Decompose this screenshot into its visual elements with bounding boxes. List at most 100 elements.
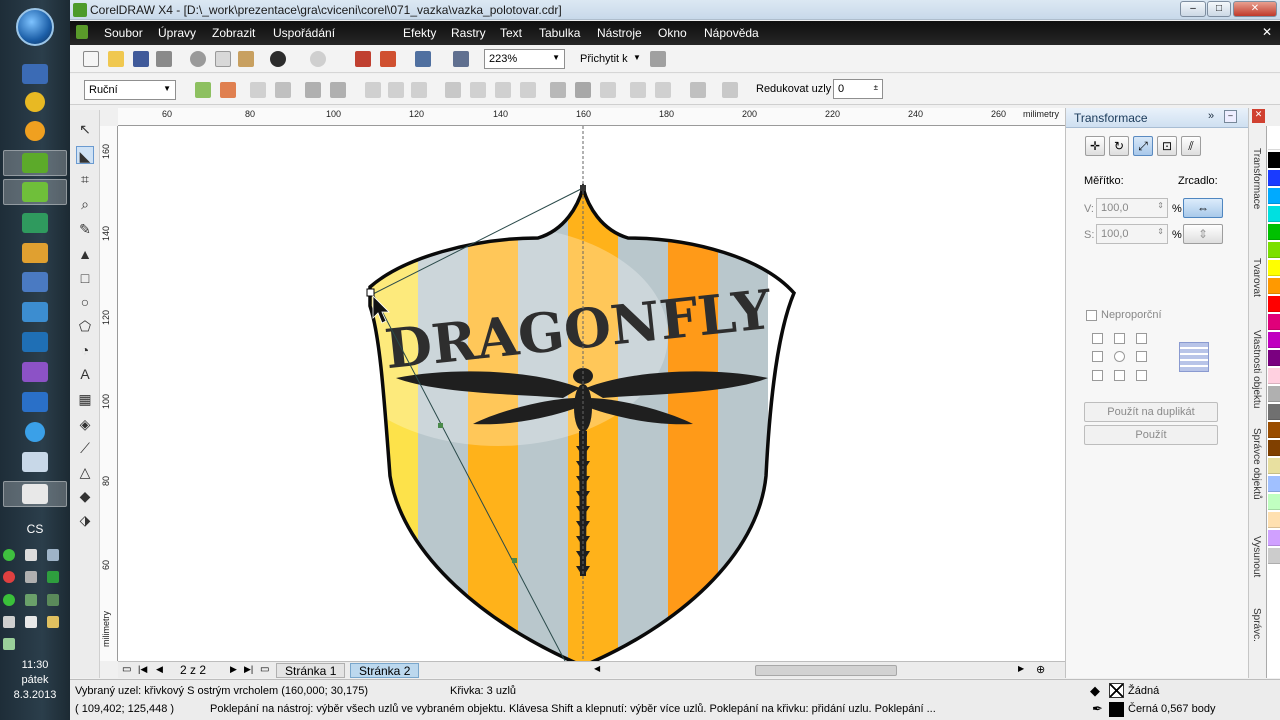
open-icon[interactable] — [108, 51, 124, 67]
menu-efekty[interactable]: Efekty — [403, 26, 436, 40]
vertical-ruler[interactable]: 160 140 120 100 80 60 milimetry — [100, 126, 118, 661]
palette-swatch[interactable] — [1268, 404, 1280, 420]
taskbar-app-icon[interactable] — [25, 121, 45, 141]
anchor-checkbox[interactable] — [1136, 351, 1147, 362]
vertical-scale-input[interactable]: 100,0 ⇕ — [1096, 224, 1168, 244]
side-tab-spravce[interactable]: Správc. — [1251, 608, 1262, 642]
text-tool-icon[interactable]: A — [76, 365, 94, 383]
mirror-vertical-button[interactable]: ⇕ — [1183, 224, 1223, 244]
skew-tab-icon[interactable]: ⫽ — [1181, 136, 1201, 156]
side-tab-tvarovat[interactable]: Tvarovat — [1251, 258, 1262, 297]
palette-swatch[interactable] — [1268, 224, 1280, 240]
rotate-nodes-icon[interactable] — [575, 82, 591, 98]
palette-swatch[interactable] — [1268, 260, 1280, 276]
import-icon[interactable] — [355, 51, 371, 67]
rotate-tab-icon[interactable]: ↻ — [1109, 136, 1129, 156]
doc-nav-icon[interactable]: ▭ — [122, 664, 131, 675]
snap-to-dropdown[interactable]: Přichytit k — [580, 53, 628, 65]
horizontal-scroll-thumb[interactable] — [755, 665, 897, 676]
basic-shapes-tool-icon[interactable]: ◔ — [76, 341, 94, 359]
delete-node-icon[interactable] — [220, 82, 236, 98]
anchor-checkbox[interactable] — [1136, 370, 1147, 381]
palette-swatch[interactable] — [1268, 476, 1280, 492]
side-tab-vysunout[interactable]: Vysunout — [1251, 536, 1262, 577]
outline-color-swatch[interactable] — [1109, 702, 1124, 717]
export-icon[interactable] — [380, 51, 396, 67]
elastic-mode-icon[interactable] — [690, 82, 706, 98]
extract-subpath-icon[interactable] — [495, 82, 511, 98]
palette-swatch[interactable] — [1268, 278, 1280, 294]
polygon-tool-icon[interactable]: ⬠ — [76, 317, 94, 335]
horizontal-reflect-icon[interactable] — [630, 82, 646, 98]
palette-swatch[interactable] — [1268, 458, 1280, 474]
freehand-tool-icon[interactable]: ✎ — [76, 220, 94, 238]
palette-swatch[interactable] — [1268, 512, 1280, 528]
next-page-icon[interactable]: ▶ — [230, 664, 237, 675]
menu-upravy[interactable]: Úpravy — [158, 26, 196, 40]
pick-tool-icon[interactable]: ↖ — [76, 120, 94, 138]
palette-swatch[interactable] — [1268, 242, 1280, 258]
menu-zobrazit[interactable]: Zobrazit — [212, 26, 255, 40]
control-handle[interactable] — [512, 558, 517, 563]
internet-explorer-icon[interactable] — [25, 422, 45, 442]
minimize-button[interactable]: – — [1180, 1, 1206, 17]
smart-fill-tool-icon[interactable]: ▲ — [76, 245, 94, 263]
close-button[interactable]: ✕ — [1233, 1, 1277, 17]
undo-icon[interactable] — [270, 51, 286, 67]
horizontal-scale-input[interactable]: 100,0 ⇕ — [1096, 198, 1168, 218]
taskbar-app-icon[interactable] — [22, 213, 48, 233]
palette-swatch[interactable] — [1268, 134, 1280, 150]
size-tab-icon[interactable]: ⊡ — [1157, 136, 1177, 156]
side-tab-close-icon[interactable]: ✕ — [1252, 109, 1265, 123]
taskbar-app-icon[interactable] — [22, 153, 48, 173]
selected-node[interactable] — [366, 288, 375, 297]
previous-page-icon[interactable]: ◀ — [156, 664, 163, 675]
flag-icon[interactable] — [25, 616, 37, 628]
docker-expand-icon[interactable]: » — [1208, 110, 1214, 122]
palette-swatch[interactable] — [1268, 440, 1280, 456]
anchor-checkbox[interactable] — [1114, 333, 1125, 344]
reverse-direction-icon[interactable] — [445, 82, 461, 98]
start-button[interactable] — [16, 8, 54, 46]
cut-icon[interactable] — [190, 51, 206, 67]
control-handle[interactable] — [438, 423, 443, 428]
title-bar[interactable]: CorelDRAW X4 - [D:\_work\prezentace\gra\… — [70, 0, 1280, 20]
nonproportional-checkbox[interactable] — [1086, 310, 1097, 321]
zoom-navigator-icon[interactable]: ⊕ — [1036, 663, 1045, 676]
convert-to-curve-icon[interactable] — [330, 82, 346, 98]
application-launcher-icon[interactable] — [415, 51, 431, 67]
menu-text[interactable]: Text — [500, 26, 522, 40]
tray-icon[interactable] — [25, 571, 37, 583]
palette-swatch[interactable] — [1268, 350, 1280, 366]
options-icon[interactable] — [650, 51, 666, 67]
palette-swatch[interactable] — [1268, 314, 1280, 330]
fill-tool-icon[interactable]: ◆ — [76, 487, 94, 505]
anchor-checkbox[interactable] — [1092, 351, 1103, 362]
taskbar-app-icon[interactable] — [22, 452, 48, 472]
palette-swatch[interactable] — [1268, 422, 1280, 438]
palette-swatch[interactable] — [1268, 494, 1280, 510]
welcome-screen-icon[interactable] — [453, 51, 469, 67]
palette-swatch[interactable] — [1268, 188, 1280, 204]
tray-icon[interactable] — [25, 594, 37, 606]
taskbar-app-icon[interactable] — [22, 64, 48, 84]
selection-mode-select[interactable]: Ruční ▼ — [84, 80, 176, 100]
tray-icon[interactable] — [47, 594, 59, 606]
mirror-horizontal-button[interactable]: ⇔ — [1183, 198, 1223, 218]
language-indicator[interactable]: CS — [0, 522, 70, 536]
tab-page-2[interactable]: Stránka 2 — [350, 663, 420, 678]
palette-swatch[interactable] — [1268, 170, 1280, 186]
taskbar-app-icon[interactable] — [22, 272, 48, 292]
chevron-down-icon[interactable]: ▼ — [633, 53, 641, 62]
palette-swatch[interactable] — [1268, 548, 1280, 564]
stretch-nodes-icon[interactable] — [550, 82, 566, 98]
side-tab-transformace[interactable]: Transformace — [1251, 148, 1262, 209]
print-icon[interactable] — [156, 51, 172, 67]
menu-nastroje[interactable]: Nástroje — [597, 26, 642, 40]
auto-close-icon[interactable] — [520, 82, 536, 98]
anchor-checkbox[interactable] — [1092, 370, 1103, 381]
shape-tool-icon[interactable]: ◣ — [76, 146, 94, 164]
vertical-reflect-icon[interactable] — [655, 82, 671, 98]
new-document-icon[interactable] — [83, 51, 99, 67]
palette-swatch[interactable] — [1268, 368, 1280, 384]
